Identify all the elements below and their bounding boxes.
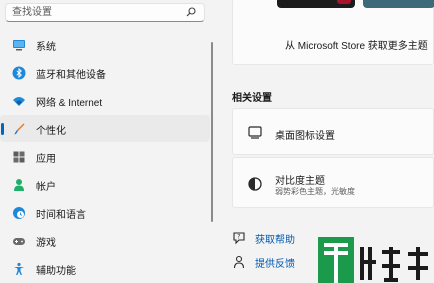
svg-text:?: ? xyxy=(237,234,240,241)
person-icon xyxy=(14,179,24,191)
search-icon[interactable] xyxy=(186,7,196,17)
card-title: 桌面图标设置 xyxy=(275,131,335,142)
feedback-icon xyxy=(233,255,245,269)
bluetooth-icon xyxy=(12,66,26,80)
sidebar-item-accounts[interactable]: 帐户 xyxy=(0,171,210,198)
sidebar-item-label: 个性化 xyxy=(36,126,66,137)
desktop-icon-settings-card[interactable]: 桌面图标设置 xyxy=(232,108,434,155)
help-link-label: 获取帮助 xyxy=(255,235,295,246)
gamepad-icon xyxy=(13,238,25,245)
sidebar-item-network[interactable]: 网络 & Internet xyxy=(0,87,210,114)
help-icon: ? xyxy=(233,232,245,245)
desktop-icon xyxy=(248,126,262,139)
search-input[interactable] xyxy=(6,4,186,21)
card-title: 对比度主题 xyxy=(275,176,325,187)
accessibility-icon xyxy=(14,262,24,275)
sidebar-item-label: 游戏 xyxy=(36,238,56,249)
monitor-icon xyxy=(13,40,25,51)
card-subtitle: 弱势彩色主题，光敏度 xyxy=(275,187,355,196)
themes-card: 从 Microsoft Store 获取更多主题 xyxy=(232,0,434,65)
theme-thumbnail-dark[interactable] xyxy=(277,0,355,8)
store-link[interactable]: 从 Microsoft Store 获取更多主题 xyxy=(285,37,428,52)
sidebar-item-personalization[interactable]: 个性化 xyxy=(0,115,210,142)
sidebar-item-label: 网络 & Internet xyxy=(36,98,103,109)
sidebar-item-label: 帐户 xyxy=(36,182,56,193)
sidebar-item-label: 蓝牙和其他设备 xyxy=(36,70,106,81)
sidebar-item-time-language[interactable]: 时间和语言 xyxy=(0,199,210,226)
sidebar-item-bluetooth[interactable]: 蓝牙和其他设备 xyxy=(0,59,210,86)
sidebar-item-label: 应用 xyxy=(36,154,56,165)
globe-clock-icon xyxy=(13,207,25,219)
help-link-label: 提供反馈 xyxy=(255,259,295,270)
sidebar-item-apps[interactable]: 应用 xyxy=(0,143,210,170)
apps-icon xyxy=(13,151,25,163)
theme-thumbnail-glow[interactable] xyxy=(363,0,434,8)
search-box[interactable] xyxy=(5,3,205,22)
sidebar-item-system[interactable]: 系统 xyxy=(0,31,210,58)
sidebar-item-gaming[interactable]: 游戏 xyxy=(0,227,210,254)
sidebar-item-label: 辅助功能 xyxy=(36,266,76,277)
contrast-icon xyxy=(248,177,262,191)
sidebar-scrollbar[interactable] xyxy=(211,42,213,222)
sidebar-item-label: 系统 xyxy=(36,42,56,53)
related-settings-heading: 相关设置 xyxy=(232,93,272,104)
brush-icon xyxy=(14,123,25,135)
watermark-logo xyxy=(316,232,434,283)
wifi-icon xyxy=(13,97,25,106)
feedback-link[interactable]: 提供反馈 xyxy=(232,254,322,270)
navigation-pane: 系统 蓝牙和其他设备 网络 & Internet 个性化 xyxy=(0,0,214,283)
sidebar-item-label: 时间和语言 xyxy=(36,210,86,221)
get-help-link[interactable]: ? 获取帮助 xyxy=(232,230,322,246)
contrast-themes-card[interactable]: 对比度主题 弱势彩色主题，光敏度 xyxy=(232,157,434,208)
sidebar-item-accessibility[interactable]: 辅助功能 xyxy=(0,255,210,282)
selection-indicator xyxy=(1,123,4,135)
